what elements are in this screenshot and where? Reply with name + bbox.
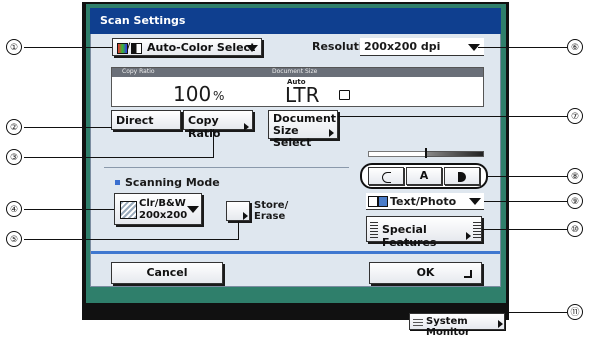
document-size-label-2: Size Select: [273, 124, 312, 149]
callout-line-4: [24, 209, 114, 210]
store-erase-button[interactable]: [226, 201, 250, 221]
document-size-select-button[interactable]: Document Size Select: [268, 110, 338, 149]
callout-5: ⑤: [6, 231, 22, 247]
callout-line-8: [488, 176, 567, 177]
scan-document-icon: [120, 201, 137, 219]
resolution-value: 200x200 dpi: [364, 40, 441, 53]
direct-button-label: Direct: [116, 114, 154, 127]
chevron-right-icon: [244, 123, 249, 131]
callout-line-5: [24, 239, 239, 240]
chevron-right-icon: [243, 212, 248, 220]
page-orientation-icon: [339, 90, 350, 100]
chevron-right-icon: [466, 232, 471, 240]
copy-ratio-button[interactable]: Copy Ratio: [183, 110, 253, 140]
callout-7: ⑦: [567, 108, 583, 124]
callout-8: ⑧: [567, 168, 583, 184]
callout-11: ⑪: [567, 304, 583, 320]
chevron-right-icon: [329, 129, 334, 137]
cancel-button[interactable]: Cancel: [111, 262, 223, 284]
enter-icon: [464, 270, 472, 278]
store-erase-label-2: Erase: [254, 211, 286, 222]
document-size-value: LTR: [285, 83, 320, 107]
scanning-mode-label: Scanning Mode: [125, 176, 220, 189]
section-divider: [104, 167, 349, 168]
original-type-value: Text/Photo: [390, 195, 457, 208]
window-title: Scan Settings: [90, 8, 501, 34]
callout-line-9: [484, 201, 567, 202]
callout-9: ⑨: [567, 193, 583, 209]
status-display: Copy Ratio Document Size 100 % Auto LTR: [111, 67, 484, 107]
density-auto-button[interactable]: A: [406, 167, 442, 185]
store-erase-label-1: Store/: [254, 200, 289, 211]
density-lighter-button[interactable]: [368, 167, 404, 185]
monitor-icon: [413, 317, 423, 326]
chevron-down-icon: [187, 206, 199, 213]
half-circle-right-icon: [458, 172, 466, 182]
original-type-dropdown[interactable]: Text/Photo: [366, 193, 484, 210]
scanning-mode-bullet: [115, 180, 120, 185]
callout-10: ⑩: [567, 221, 583, 237]
photo-icon: [378, 196, 388, 207]
density-scale: [368, 148, 484, 160]
callout-line-10: [482, 229, 567, 230]
density-darker-button[interactable]: [444, 167, 480, 185]
half-circle-left-icon: [382, 172, 391, 183]
text-photo-icon: [368, 196, 378, 207]
callout-2: ②: [6, 119, 22, 135]
dotted-grid-icon: [473, 220, 481, 238]
copy-ratio-unit: %: [213, 89, 225, 103]
system-monitor-button[interactable]: System Monitor: [409, 313, 505, 338]
dotted-grid-icon: [370, 220, 378, 238]
callout-6: ⑥: [567, 39, 583, 55]
copy-ratio-button-label: Copy Ratio: [188, 114, 221, 140]
ok-button[interactable]: OK: [369, 262, 482, 284]
direct-button[interactable]: Direct: [111, 110, 181, 130]
scanning-mode-button[interactable]: Clr/B&W 200x200: [114, 193, 202, 225]
callout-4: ④: [6, 201, 22, 217]
density-auto-label: A: [419, 169, 429, 182]
footer-divider: [91, 251, 500, 254]
special-features-button[interactable]: Special Features: [366, 216, 482, 249]
density-indicator: [425, 148, 427, 158]
callout-line-5-vertical: [238, 221, 239, 240]
document-size-caption: Document Size: [272, 68, 318, 75]
ok-button-label: OK: [416, 266, 435, 279]
scanning-mode-value-1: Clr/B&W: [139, 198, 186, 209]
copy-ratio-value: 100: [173, 82, 212, 106]
callout-line-3: [24, 157, 214, 158]
resolution-dropdown[interactable]: 200x200 dpi: [360, 38, 484, 56]
scanning-mode-value-2: 200x200: [139, 210, 188, 221]
callout-1: ①: [6, 39, 22, 55]
callout-line-2: [24, 127, 112, 128]
color-mode-icon: /: [117, 42, 142, 54]
color-select-dropdown[interactable]: / Auto-Color Select: [112, 38, 262, 56]
chevron-right-icon: [498, 320, 503, 328]
callout-line-3-vertical: [213, 129, 214, 158]
copy-ratio-caption: Copy Ratio: [122, 68, 155, 75]
color-select-label: Auto-Color Select: [147, 41, 256, 54]
callout-line-7: [338, 116, 567, 117]
callout-line-6: [478, 47, 567, 48]
chevron-down-icon: [469, 198, 481, 205]
callout-line-1: [24, 47, 112, 48]
callout-line-11: [505, 312, 567, 313]
cancel-button-label: Cancel: [146, 266, 188, 279]
system-monitor-label: System Monitor: [426, 316, 470, 338]
chevron-down-icon: [246, 45, 258, 52]
callout-3: ③: [6, 149, 22, 165]
